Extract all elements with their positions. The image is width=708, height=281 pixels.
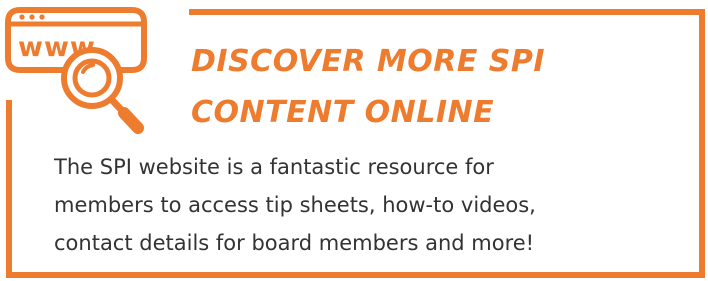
description-line-1: The SPI website is a fantastic resource … [54,155,494,179]
card-description: The SPI website is a fantastic resource … [54,148,694,262]
frame-right-border [699,9,705,278]
frame-top-border [189,9,705,15]
card-title: DISCOVER MORE SPI CONTENT ONLINE [191,36,671,138]
frame-bottom-border [6,272,705,278]
web-search-icon: www [0,0,160,140]
info-card: www DISCOVER MORE SPI CONTENT ONLINE The… [0,0,708,281]
title-line-1: DISCOVER MORE SPI [191,44,546,79]
description-line-3: contact details for board members and mo… [54,231,535,255]
description-line-2: members to access tip sheets, how-to vid… [54,193,536,217]
title-line-2: CONTENT ONLINE [191,95,495,130]
